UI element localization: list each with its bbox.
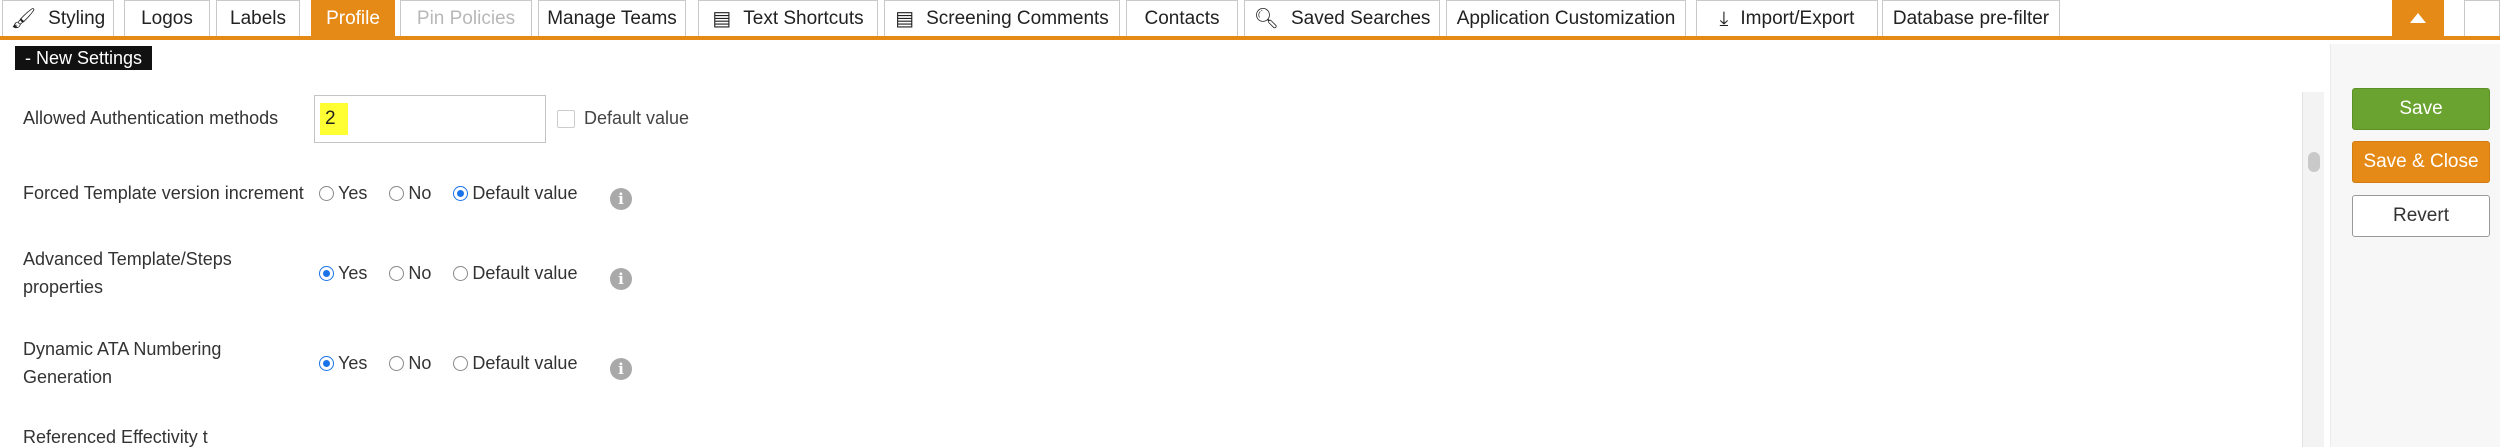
tab-database-pre-filter[interactable]: Database pre-filter	[1882, 0, 2060, 36]
radio-label: Yes	[338, 183, 368, 203]
tab-application-customization[interactable]: Application Customization	[1446, 0, 1686, 36]
forced-template-no[interactable]: No	[389, 183, 431, 204]
advanced-template-radios: Yes No Default value	[319, 263, 599, 284]
list-icon: ▤	[895, 7, 915, 30]
tab-label: Styling	[48, 7, 106, 29]
info-icon[interactable]: i	[610, 358, 632, 380]
radio-button[interactable]	[453, 186, 469, 201]
tab-label: Pin Policies	[416, 7, 516, 29]
scrollbar-thumb[interactable]	[2308, 152, 2320, 172]
tab-saved-searches[interactable]: 🔍︎ Saved Searches	[1244, 0, 1440, 36]
auth-methods-label: Allowed Authentication methods	[23, 108, 279, 128]
radio-button[interactable]	[389, 186, 405, 201]
auth-methods-input[interactable]: 2	[314, 95, 546, 143]
info-icon[interactable]: i	[610, 268, 632, 290]
collapse-button[interactable]	[2392, 0, 2444, 36]
radio-button[interactable]	[389, 356, 405, 371]
tab-label: Manage Teams	[547, 7, 677, 29]
label-line: Dynamic ATA Numbering	[23, 339, 222, 359]
paintbrush-icon: 🖌	[10, 7, 37, 30]
auth-default-checkbox[interactable]	[557, 109, 575, 128]
auth-methods-value: 2	[320, 103, 348, 135]
forced-template-default[interactable]: Default value	[453, 183, 577, 204]
tab-profile[interactable]: Profile	[311, 0, 395, 36]
dynamic-ata-no[interactable]: No	[389, 353, 431, 374]
tab-label: Logos	[141, 7, 193, 29]
search-icon: 🔍︎	[1253, 7, 1279, 30]
forced-template-radios: Yes No Default value	[319, 183, 599, 204]
tab-contacts[interactable]: Contacts	[1126, 0, 1238, 36]
radio-label: Default value	[472, 263, 578, 283]
download-icon: ⤓	[1719, 7, 1729, 30]
tab-label: Screening Comments	[926, 7, 1109, 29]
radio-button[interactable]	[453, 266, 469, 281]
tab-labels[interactable]: Labels	[216, 0, 300, 36]
radio-label: Default value	[472, 183, 578, 203]
tab-label: Profile	[326, 7, 380, 29]
tab-label: Text Shortcuts	[743, 7, 864, 29]
dynamic-ata-yes[interactable]: Yes	[319, 353, 367, 374]
section-toggle-new-settings[interactable]: - New Settings	[15, 46, 153, 70]
radio-label: No	[408, 353, 432, 373]
tab-import-export[interactable]: ⤓ Import/Export	[1696, 0, 1878, 36]
radio-label: No	[408, 263, 432, 283]
tab-label: Saved Searches	[1290, 7, 1431, 29]
dynamic-ata-radios: Yes No Default value	[319, 353, 599, 374]
forced-template-yes[interactable]: Yes	[319, 183, 367, 204]
advanced-template-label: Advanced Template/Steps properties	[23, 245, 323, 301]
tab-label: Application Customization	[1456, 7, 1676, 29]
advanced-template-no[interactable]: No	[389, 263, 431, 284]
tab-label: Database pre-filter	[1892, 7, 2050, 29]
auth-default-checkbox-row[interactable]: Default value	[557, 108, 689, 129]
radio-label: No	[408, 183, 432, 203]
info-icon[interactable]: i	[610, 188, 632, 210]
tab-pin-policies: Pin Policies	[400, 0, 532, 36]
tab-text-shortcuts[interactable]: ▤ Text Shortcuts	[698, 0, 878, 36]
save-button[interactable]: Save	[2352, 88, 2490, 130]
advanced-template-default[interactable]: Default value	[453, 263, 577, 284]
radio-button[interactable]	[453, 356, 469, 371]
tab-logos[interactable]: Logos	[124, 0, 210, 36]
radio-button[interactable]	[389, 266, 405, 281]
tab-screening-comments[interactable]: ▤ Screening Comments	[884, 0, 1120, 36]
tab-overflow	[2464, 0, 2500, 36]
save-close-button[interactable]: Save & Close	[2352, 141, 2490, 183]
auth-default-label: Default value	[584, 108, 690, 128]
dynamic-ata-label: Dynamic ATA Numbering Generation	[23, 335, 323, 391]
label-line: properties	[23, 277, 104, 297]
list-icon: ▤	[712, 7, 732, 30]
radio-button[interactable]	[319, 186, 334, 201]
radio-label: Yes	[338, 353, 368, 373]
scrollbar[interactable]	[2302, 92, 2324, 447]
label-line: Advanced Template/Steps	[23, 249, 232, 269]
tab-bar: 🖌 Styling Logos Labels Profile Pin Polic…	[0, 0, 2500, 40]
revert-button[interactable]: Revert	[2352, 195, 2490, 237]
tab-label: Contacts	[1144, 7, 1220, 29]
label-line: Generation	[23, 367, 113, 387]
tab-manage-teams[interactable]: Manage Teams	[538, 0, 686, 36]
advanced-template-yes[interactable]: Yes	[319, 263, 367, 284]
radio-label: Yes	[338, 263, 368, 283]
radio-label: Default value	[472, 353, 578, 373]
tab-label: Import/Export	[1740, 7, 1855, 29]
tab-label: Labels	[230, 7, 286, 29]
dynamic-ata-default[interactable]: Default value	[453, 353, 577, 374]
tab-styling[interactable]: 🖌 Styling	[2, 0, 114, 36]
forced-template-label: Forced Template version increment	[23, 183, 304, 203]
referenced-effectivity-label: Referenced Effectivity t	[23, 427, 208, 447]
chevron-up-icon	[2410, 13, 2426, 23]
radio-button[interactable]	[319, 266, 334, 281]
radio-button[interactable]	[319, 356, 334, 371]
